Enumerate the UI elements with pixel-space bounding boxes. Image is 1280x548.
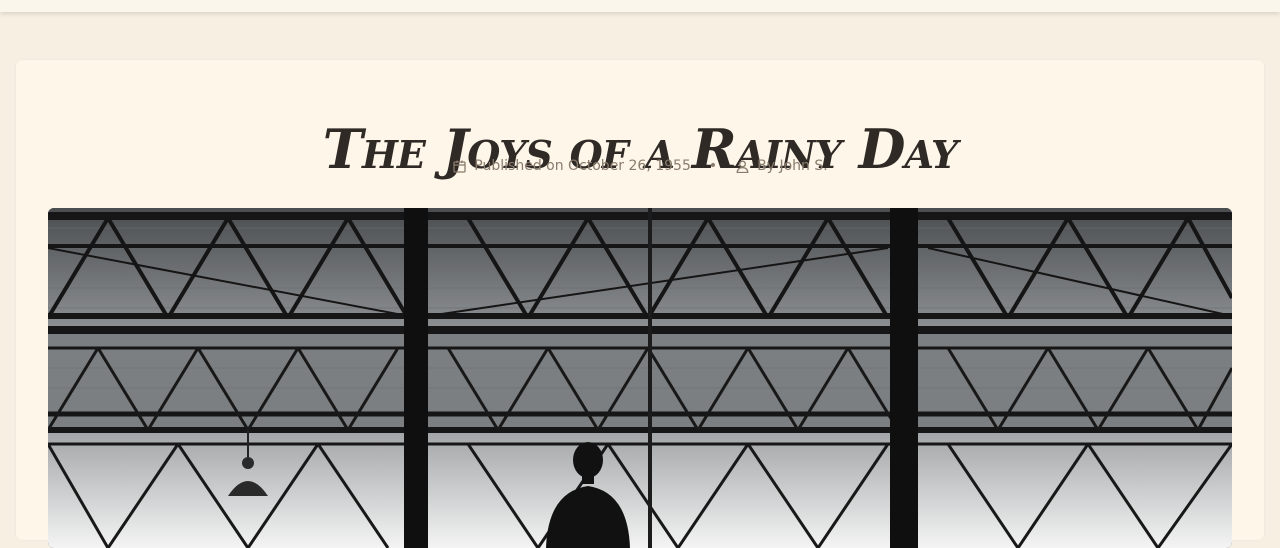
article-meta: Published on October 26, 1955 • By John … — [16, 156, 1264, 176]
meta-separator: • — [708, 158, 718, 174]
user-icon — [735, 159, 749, 173]
hero-image-illustration — [48, 208, 1232, 548]
top-navbar — [0, 0, 1280, 12]
author-name: By John S. — [757, 158, 828, 174]
article-card: The Joys of a Rainy Day Published on Oct… — [16, 60, 1264, 548]
calendar-icon — [452, 159, 466, 173]
hero-image — [48, 208, 1232, 548]
published-date: Published on October 26, 1955 — [474, 158, 691, 174]
